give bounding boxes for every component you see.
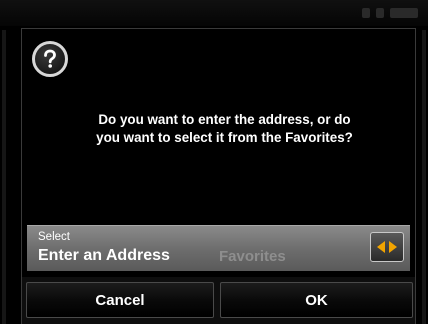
cancel-button[interactable]: Cancel xyxy=(26,282,214,318)
left-right-arrows-icon xyxy=(377,241,397,253)
question-mark-icon xyxy=(32,41,68,77)
background-edge-left xyxy=(2,30,6,324)
selector-caption: Select xyxy=(38,231,70,243)
ok-button[interactable]: OK xyxy=(220,282,413,318)
dialog-message-line-1: Do you want to enter the address, or do xyxy=(98,112,351,127)
option-enter-address[interactable]: Enter an Address xyxy=(38,247,170,265)
dialog-message: Do you want to enter the address, or do … xyxy=(22,111,415,147)
dialog-message-line-2: you want to select it from the Favorites… xyxy=(96,130,353,145)
background-edge-right xyxy=(422,30,426,324)
screen: Do you want to enter the address, or do … xyxy=(0,0,428,324)
toggle-option-button[interactable] xyxy=(370,232,404,262)
question-dialog: Do you want to enter the address, or do … xyxy=(21,28,416,324)
background-status-icons xyxy=(346,4,418,22)
option-favorites[interactable]: Favorites xyxy=(219,248,286,265)
address-source-selector[interactable]: Select Enter an Address Favorites xyxy=(27,225,410,271)
